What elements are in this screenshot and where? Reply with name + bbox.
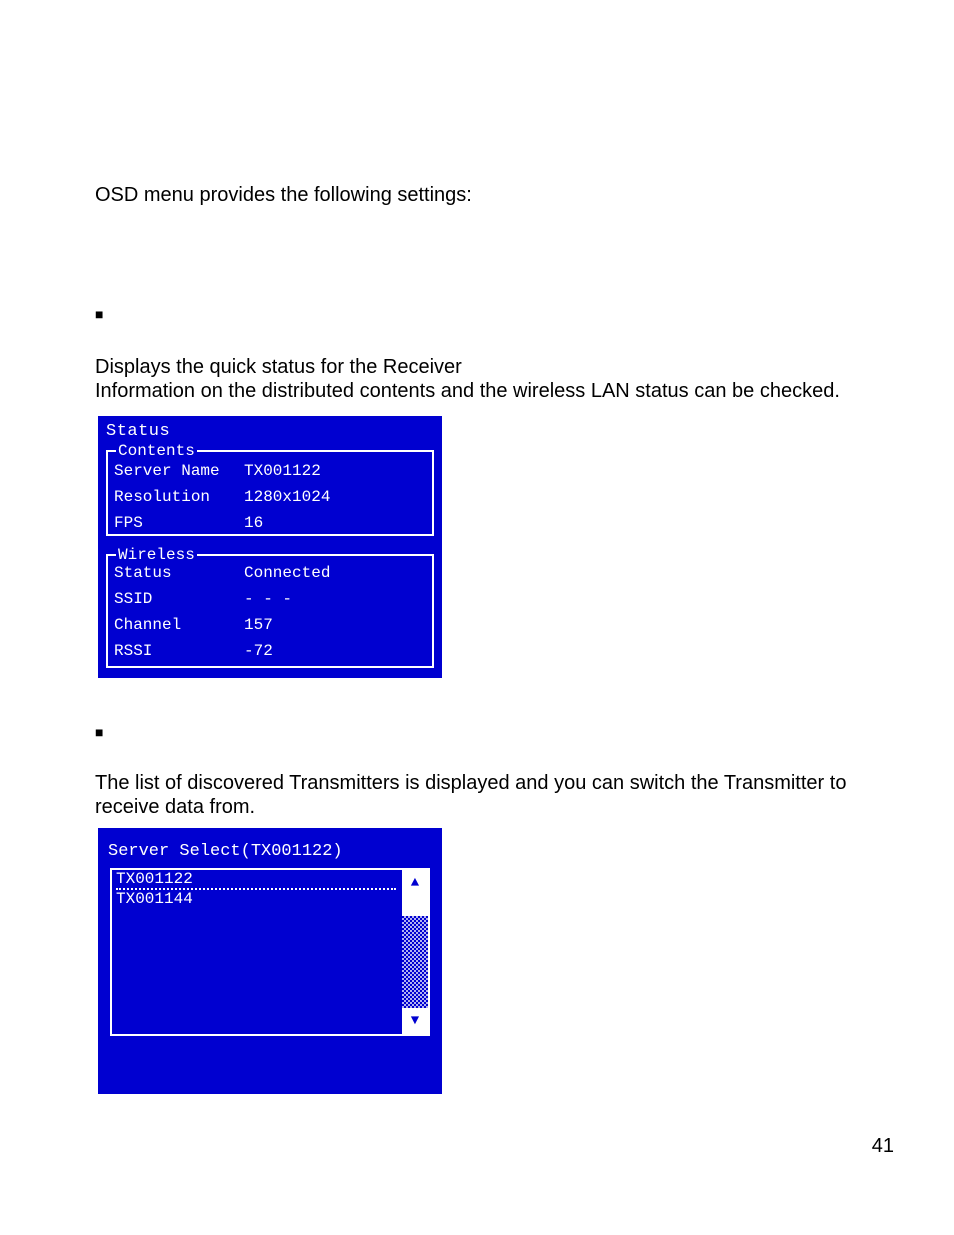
page-number: 41 xyxy=(872,1135,894,1158)
label-wifi-ssid: SSID xyxy=(108,590,244,608)
value-resolution: 1280x1024 xyxy=(244,488,330,506)
osd-status-title: Status xyxy=(106,422,170,441)
bullet-2: ■ xyxy=(95,724,103,740)
label-wifi-channel: Channel xyxy=(108,616,244,634)
server-select-item[interactable]: TX001122 xyxy=(116,870,396,890)
section2-line1: The list of discovered Transmitters is d… xyxy=(95,770,846,796)
server-select-list: TX001122 TX001144 xyxy=(112,870,400,1034)
value-wifi-status: Connected xyxy=(244,564,330,582)
section1-line2: Information on the distributed contents … xyxy=(95,378,840,404)
value-fps: 16 xyxy=(244,514,263,532)
label-wifi-status: Status xyxy=(108,564,244,582)
row-server-name: Server Name TX001122 xyxy=(108,458,432,484)
section2-line2: receive data from. xyxy=(95,794,255,820)
bullet-1: ■ xyxy=(95,306,103,322)
value-wifi-rssi: -72 xyxy=(244,642,273,660)
osd-status-panel: Status Contents Server Name TX001122 Res… xyxy=(98,416,442,678)
osd-contents-box: Contents Server Name TX001122 Resolution… xyxy=(106,450,434,536)
scroll-down-button[interactable]: ▼ xyxy=(402,1008,428,1034)
scrollbar[interactable]: ▲ ▼ xyxy=(402,870,428,1034)
value-wifi-ssid: - - - xyxy=(244,590,292,608)
label-fps: FPS xyxy=(108,514,244,532)
row-wifi-ssid: SSID - - - xyxy=(108,586,432,612)
server-select-listbox[interactable]: TX001122 TX001144 ▲ ▼ xyxy=(110,868,430,1036)
label-wifi-rssi: RSSI xyxy=(108,642,244,660)
row-wifi-rssi: RSSI -72 xyxy=(108,638,432,664)
value-server-name: TX001122 xyxy=(244,462,321,480)
row-wifi-channel: Channel 157 xyxy=(108,612,432,638)
row-resolution: Resolution 1280x1024 xyxy=(108,484,432,510)
scroll-up-button[interactable]: ▲ xyxy=(402,870,428,896)
label-resolution: Resolution xyxy=(108,488,244,506)
server-select-item[interactable]: TX001144 xyxy=(116,890,396,908)
osd-server-select-title: Server Select(TX001122) xyxy=(108,842,343,861)
osd-wireless-legend: Wireless xyxy=(116,546,197,564)
osd-server-select-panel: Server Select(TX001122) TX001122 TX00114… xyxy=(98,828,442,1094)
osd-contents-legend: Contents xyxy=(116,442,197,460)
chevron-down-icon: ▼ xyxy=(411,1013,419,1029)
section1-line1: Displays the quick status for the Receiv… xyxy=(95,354,462,380)
row-fps: FPS 16 xyxy=(108,510,432,536)
intro-text: OSD menu provides the following settings… xyxy=(95,182,472,208)
scroll-thumb[interactable] xyxy=(402,896,428,916)
value-wifi-channel: 157 xyxy=(244,616,273,634)
label-server-name: Server Name xyxy=(108,462,244,480)
chevron-up-icon: ▲ xyxy=(411,875,419,891)
osd-wireless-box: Wireless Status Connected SSID - - - Cha… xyxy=(106,554,434,668)
